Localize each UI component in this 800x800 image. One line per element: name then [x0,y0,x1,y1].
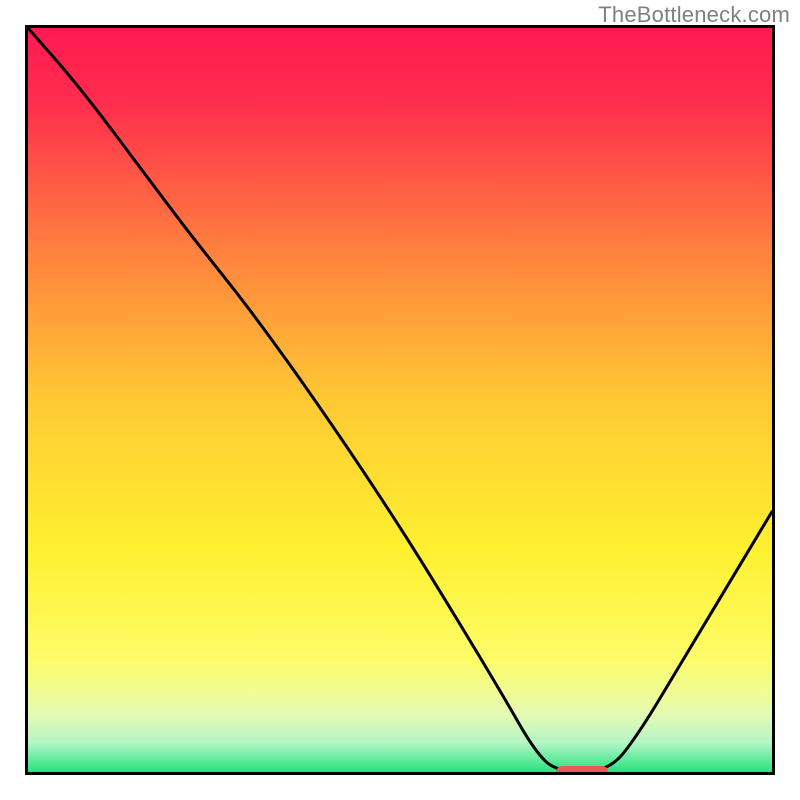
watermark-text: TheBottleneck.com [598,2,790,28]
gradient-background [28,28,772,772]
chart-plot-area [25,25,775,775]
optimal-zone-marker [556,766,608,772]
chart-svg [28,28,772,772]
